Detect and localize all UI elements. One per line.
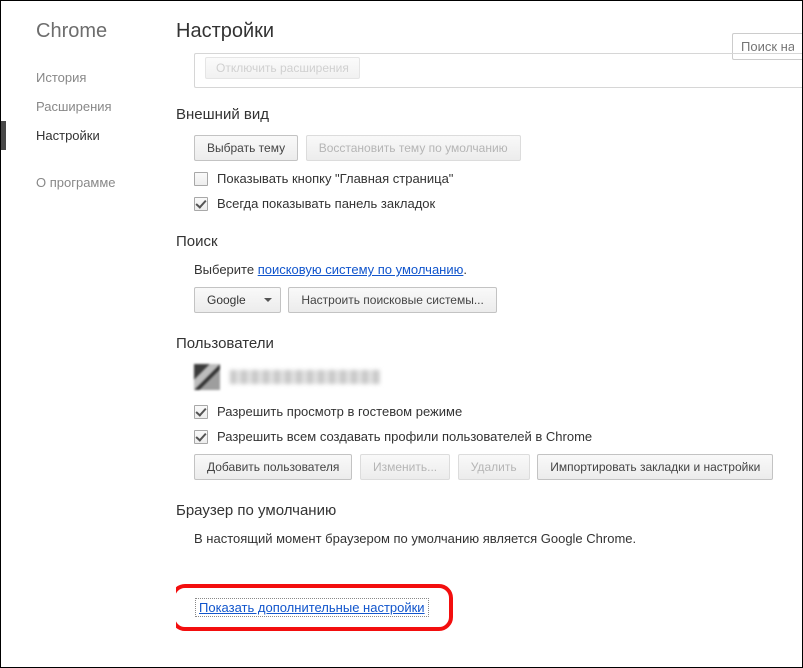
search-title: Поиск bbox=[176, 233, 802, 250]
show-bookmarks-label: Всегда показывать панель закладок bbox=[217, 196, 435, 211]
show-home-label: Показывать кнопку "Главная страница" bbox=[217, 171, 453, 186]
guest-browsing-row[interactable]: Разрешить просмотр в гостевом режиме bbox=[194, 404, 802, 419]
show-bookmarks-row[interactable]: Всегда показывать панель закладок bbox=[194, 196, 802, 211]
default-search-engine-link[interactable]: поисковую систему по умолчанию bbox=[258, 262, 464, 277]
guest-browsing-checkbox[interactable] bbox=[194, 405, 208, 419]
brand-title: Chrome bbox=[1, 20, 176, 63]
appearance-section: Внешний вид Выбрать тему Восстановить те… bbox=[176, 106, 802, 211]
allow-create-profiles-checkbox[interactable] bbox=[194, 430, 208, 444]
allow-create-profiles-label: Разрешить всем создавать профили пользов… bbox=[217, 429, 592, 444]
default-browser-title: Браузер по умолчанию bbox=[176, 502, 802, 519]
manage-search-engines-button[interactable]: Настроить поисковые системы... bbox=[288, 287, 497, 313]
users-section: Пользователи Разрешить просмотр в гостев… bbox=[176, 335, 802, 480]
disable-extensions-ghost: Отключить расширения bbox=[205, 57, 360, 79]
show-home-row[interactable]: Показывать кнопку "Главная страница" bbox=[194, 171, 802, 186]
search-engine-select[interactable]: Google bbox=[194, 287, 281, 313]
appearance-title: Внешний вид bbox=[176, 106, 802, 123]
sidebar: Chrome История Расширения Настройки О пр… bbox=[1, 1, 176, 667]
highlight-annotation: Показать дополнительные настройки bbox=[176, 584, 453, 631]
show-home-checkbox[interactable] bbox=[194, 172, 208, 186]
chevron-down-icon bbox=[264, 298, 272, 302]
choose-theme-button[interactable]: Выбрать тему bbox=[194, 135, 298, 161]
show-advanced-settings-link[interactable]: Показать дополнительные настройки bbox=[195, 598, 429, 617]
page-title: Настройки bbox=[176, 20, 802, 43]
search-help-text: Выберите поисковую систему по умолчанию. bbox=[194, 262, 802, 277]
main-content: Настройки Отключить расширения Внешний в… bbox=[176, 1, 802, 667]
nav-about[interactable]: О программе bbox=[1, 168, 176, 197]
search-engine-value: Google bbox=[207, 293, 246, 307]
default-browser-status: В настоящий момент браузером по умолчани… bbox=[194, 531, 802, 546]
allow-create-profiles-row[interactable]: Разрешить всем создавать профили пользов… bbox=[194, 429, 802, 444]
user-name-redacted bbox=[230, 370, 380, 384]
import-bookmarks-button[interactable]: Импортировать закладки и настройки bbox=[537, 454, 773, 480]
guest-browsing-label: Разрешить просмотр в гостевом режиме bbox=[217, 404, 462, 419]
nav-history[interactable]: История bbox=[1, 63, 176, 92]
extensions-remnant-box: Отключить расширения bbox=[194, 53, 802, 88]
add-user-button[interactable]: Добавить пользователя bbox=[194, 454, 352, 480]
default-browser-section: Браузер по умолчанию В настоящий момент … bbox=[176, 502, 802, 546]
search-section: Поиск Выберите поисковую систему по умол… bbox=[176, 233, 802, 313]
nav-extensions[interactable]: Расширения bbox=[1, 92, 176, 121]
show-bookmarks-checkbox[interactable] bbox=[194, 197, 208, 211]
current-user-row[interactable] bbox=[194, 364, 802, 390]
nav-settings[interactable]: Настройки bbox=[1, 121, 176, 150]
edit-user-button: Изменить... bbox=[360, 454, 450, 480]
avatar bbox=[194, 364, 220, 390]
users-title: Пользователи bbox=[176, 335, 802, 352]
delete-user-button: Удалить bbox=[458, 454, 530, 480]
reset-theme-button: Восстановить тему по умолчанию bbox=[306, 135, 521, 161]
